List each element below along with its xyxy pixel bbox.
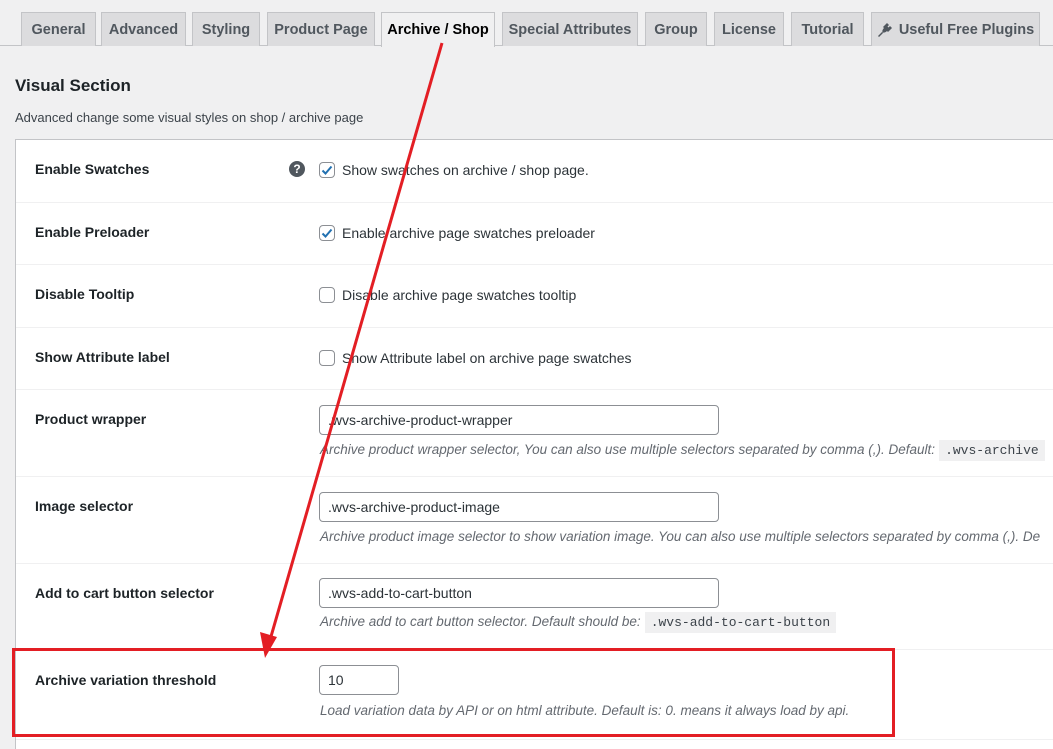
tab-label: License [722,21,776,38]
tab-tutorial[interactable]: Tutorial [791,12,864,46]
tab-label: General [31,21,86,38]
add-to-cart-selector-input[interactable] [319,578,719,608]
row-enable-preloader: Enable Preloader Enable archive page swa… [16,203,1053,265]
tab-label: Useful Free Plugins [898,21,1035,38]
tab-label: Advanced [108,21,179,38]
tab-label: Group [654,21,698,38]
tab-useful-free-plugins[interactable]: Useful Free Plugins [871,12,1040,46]
show-attribute-label-checkbox[interactable] [319,350,335,366]
description-text: Archive product wrapper selector, You ca… [320,442,936,457]
tab-archive-shop[interactable]: Archive / Shop [381,12,495,47]
row-show-attribute-label: Show Attribute label Show Attribute labe… [16,328,1053,390]
tab-label: Tutorial [801,21,854,38]
product-wrapper-input[interactable] [319,405,719,435]
row-enable-swatches: Enable Swatches ? Show swatches on archi… [16,140,1053,203]
tab-label: Styling [201,21,251,38]
description-text: Archive add to cart button selector. Def… [320,614,641,629]
row-label: Enable Swatches [35,161,150,177]
default-code: .wvs-archive [939,440,1045,461]
row-label: Disable Tooltip [35,286,135,302]
tab-advanced[interactable]: Advanced [101,12,186,46]
row-label: Add to cart button selector [35,585,214,601]
enable-preloader-checkbox[interactable] [319,225,335,241]
checkbox-label[interactable]: Enable archive page swatches preloader [342,225,595,241]
annotation-highlight-box [12,648,895,737]
checkbox-label[interactable]: Show swatches on archive / shop page. [342,162,589,178]
row-add-to-cart-selector: Add to cart button selector Archive add … [16,564,1053,650]
tab-group[interactable]: Group [645,12,707,46]
disable-tooltip-checkbox[interactable] [319,287,335,303]
tab-styling[interactable]: Styling [192,12,260,46]
row-disable-tooltip: Disable Tooltip Disable archive page swa… [16,265,1053,328]
default-code: .wvs-add-to-cart-button [644,612,837,633]
checkmark-icon [321,228,333,238]
tab-product-page[interactable]: Product Page [267,12,375,46]
checkbox-label[interactable]: Disable archive page swatches tooltip [342,287,576,303]
checkmark-icon [321,165,333,175]
row-image-selector: Image selector Archive product image sel… [16,477,1053,564]
checkbox-label[interactable]: Show Attribute label on archive page swa… [342,350,632,366]
row-label: Product wrapper [35,411,147,427]
row-label: Enable Preloader [35,224,150,240]
tab-label: Product Page [274,21,368,38]
field-description: Archive product wrapper selector, You ca… [320,440,1045,461]
row-product-wrapper: Product wrapper Archive product wrapper … [16,390,1053,477]
plug-icon [877,22,893,38]
settings-tab-bar: General Advanced Styling Product Page Ar… [0,0,1053,47]
image-selector-input[interactable] [319,492,719,522]
row-label: Image selector [35,498,134,514]
field-description: Archive add to cart button selector. Def… [320,612,837,633]
tab-special-attributes[interactable]: Special Attributes [502,12,638,46]
tab-general[interactable]: General [21,12,96,46]
tab-license[interactable]: License [714,12,784,46]
section-description: Advanced change some visual styles on sh… [15,110,364,125]
help-icon[interactable]: ? [289,161,305,177]
field-description: Archive product image selector to show v… [320,529,1041,544]
tab-label: Archive / Shop [387,22,489,38]
tab-label: Special Attributes [508,21,632,38]
enable-swatches-checkbox[interactable] [319,162,335,178]
section-title: Visual Section [15,76,131,95]
row-label: Show Attribute label [35,349,170,365]
